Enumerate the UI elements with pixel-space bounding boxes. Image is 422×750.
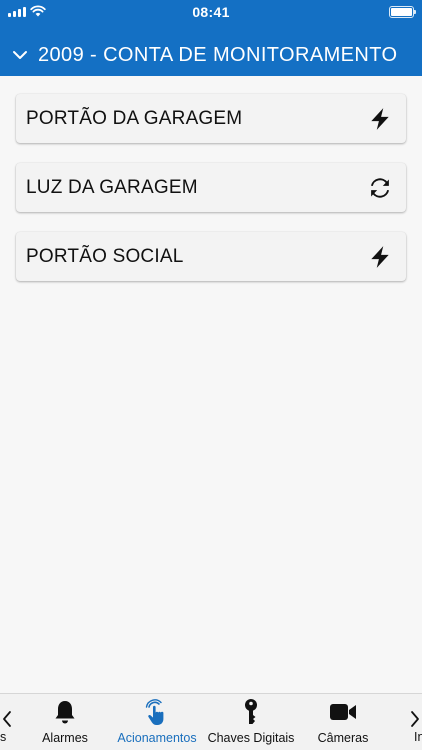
- tab-label: Câmeras: [317, 731, 369, 745]
- partial-tab-label-right[interactable]: In: [414, 730, 422, 744]
- tab-chaves-digitais[interactable]: Chaves Digitais: [205, 694, 297, 750]
- app-screen: 08:41 2009 - CONTA DE MONITORAMENTO PORT…: [0, 0, 422, 750]
- chevron-down-icon[interactable]: [12, 47, 28, 63]
- key-icon: [242, 697, 260, 727]
- bell-icon: [53, 697, 77, 727]
- status-bar: 08:41: [0, 0, 422, 26]
- tab-acionamentos[interactable]: Acionamentos: [114, 694, 200, 750]
- tab-alarmes[interactable]: Alarmes: [36, 694, 94, 750]
- tab-label: Acionamentos: [117, 731, 197, 745]
- action-item-portao-da-garagem[interactable]: PORTÃO DA GARAGEM: [16, 94, 406, 143]
- action-list: PORTÃO DA GARAGEM LUZ DA GARAGEM PORTÃO …: [16, 94, 406, 301]
- lightning-icon[interactable]: [366, 105, 394, 133]
- action-label: LUZ DA GARAGEM: [26, 176, 198, 198]
- account-selector[interactable]: 2009 - CONTA DE MONITORAMENTO: [0, 36, 422, 74]
- chevron-left-icon[interactable]: [1, 710, 13, 728]
- bottom-tab-bar: s Alarmes Acionamentos Chaves Digitais C…: [0, 693, 422, 750]
- battery-icon: [389, 6, 416, 18]
- header-bar: 08:41 2009 - CONTA DE MONITORAMENTO: [0, 0, 422, 76]
- action-label: PORTÃO DA GARAGEM: [26, 107, 243, 129]
- action-label: PORTÃO SOCIAL: [26, 245, 184, 267]
- action-item-portao-social[interactable]: PORTÃO SOCIAL: [16, 232, 406, 281]
- tab-label: Alarmes: [42, 731, 88, 745]
- tab-cameras[interactable]: Câmeras: [312, 694, 374, 750]
- hand-tap-icon: [144, 697, 170, 727]
- video-camera-icon: [329, 697, 357, 727]
- refresh-icon[interactable]: [366, 174, 394, 202]
- account-title: 2009 - CONTA DE MONITORAMENTO: [38, 43, 398, 66]
- lightning-icon[interactable]: [366, 243, 394, 271]
- partial-tab-label-left[interactable]: s: [0, 730, 6, 744]
- status-time: 08:41: [192, 4, 230, 20]
- tab-label: Chaves Digitais: [207, 731, 295, 745]
- chevron-right-icon[interactable]: [409, 710, 421, 728]
- action-item-luz-da-garagem[interactable]: LUZ DA GARAGEM: [16, 163, 406, 212]
